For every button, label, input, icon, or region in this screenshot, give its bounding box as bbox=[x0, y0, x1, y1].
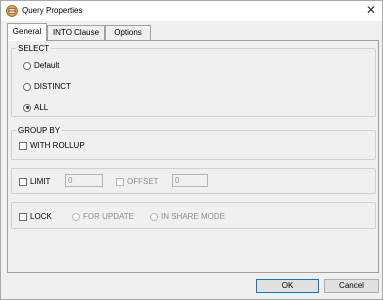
radio-all[interactable]: ALL bbox=[23, 103, 48, 112]
checkbox-box[interactable] bbox=[116, 177, 124, 186]
cancel-button[interactable]: Cancel bbox=[324, 279, 379, 293]
radio-in-share-mode[interactable]: IN SHARE MODE bbox=[150, 212, 225, 221]
radio-default[interactable]: Default bbox=[23, 61, 59, 70]
radio-button[interactable] bbox=[23, 82, 31, 91]
lock-label: LOCK bbox=[30, 212, 52, 221]
tab-options[interactable]: Options bbox=[105, 25, 151, 40]
radio-button[interactable] bbox=[72, 212, 80, 221]
radio-distinct[interactable]: DISTINCT bbox=[23, 82, 71, 91]
offset-checkbox[interactable]: OFFSET bbox=[116, 177, 159, 186]
limit-input[interactable]: 0 bbox=[65, 174, 103, 187]
checkbox-box[interactable] bbox=[19, 177, 27, 186]
limit-checkbox[interactable]: LIMIT bbox=[19, 177, 50, 186]
for-update-label: FOR UPDATE bbox=[83, 212, 134, 221]
offset-input[interactable]: 0 bbox=[172, 174, 208, 187]
checkbox-box[interactable] bbox=[19, 141, 27, 150]
tab-into-clause[interactable]: INTO Clause bbox=[47, 25, 105, 40]
limit-label: LIMIT bbox=[30, 177, 51, 186]
offset-label: OFFSET bbox=[127, 177, 159, 186]
in-share-mode-label: IN SHARE MODE bbox=[161, 212, 226, 221]
radio-default-label: Default bbox=[34, 61, 60, 70]
select-group-label: SELECT bbox=[16, 44, 52, 53]
ok-button[interactable]: OK bbox=[256, 279, 319, 293]
radio-button-selected[interactable] bbox=[23, 103, 31, 112]
general-tab-panel: SELECT Default DISTINCT ALL GROUP BY WIT… bbox=[7, 40, 379, 273]
with-rollup-label: WITH ROLLUP bbox=[30, 141, 85, 150]
radio-button[interactable] bbox=[150, 212, 158, 221]
radio-distinct-label: DISTINCT bbox=[34, 82, 71, 91]
close-icon[interactable]: ✕ bbox=[363, 3, 379, 19]
query-properties-dialog: Query Properties ✕ General INTO Clause O… bbox=[0, 0, 383, 300]
checkbox-box[interactable] bbox=[19, 212, 27, 221]
lock-checkbox[interactable]: LOCK bbox=[19, 212, 52, 221]
window-title: Query Properties bbox=[22, 6, 83, 15]
tab-general[interactable]: General bbox=[7, 23, 47, 41]
app-icon bbox=[6, 5, 18, 17]
with-rollup-checkbox[interactable]: WITH ROLLUP bbox=[19, 141, 85, 150]
radio-all-label: ALL bbox=[34, 103, 49, 112]
title-bar: Query Properties ✕ bbox=[1, 1, 382, 21]
radio-for-update[interactable]: FOR UPDATE bbox=[72, 212, 134, 221]
radio-button[interactable] bbox=[23, 61, 31, 70]
group-by-label: GROUP BY bbox=[16, 126, 63, 135]
